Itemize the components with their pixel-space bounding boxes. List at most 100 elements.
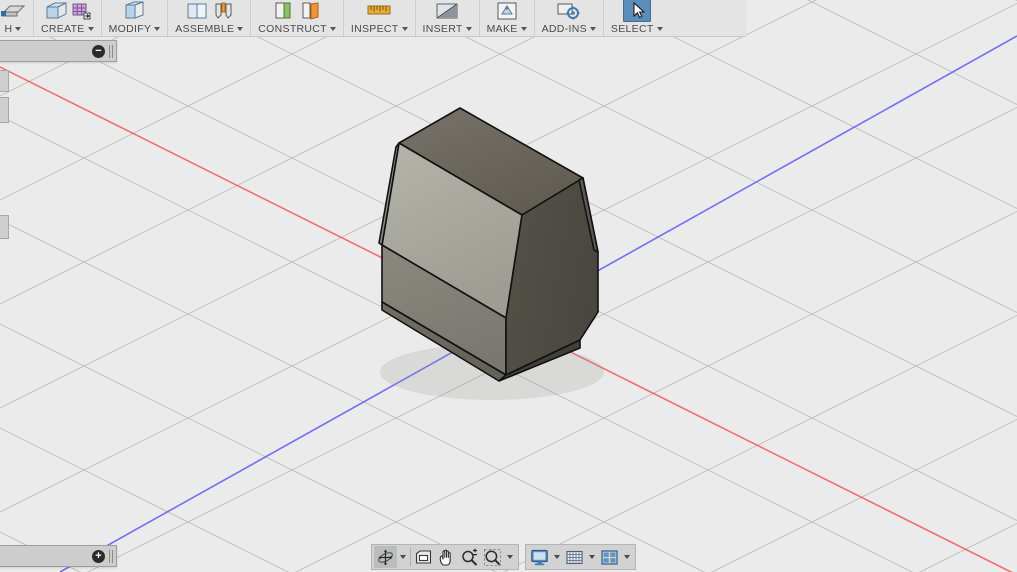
- display-settings-dropdown-caret[interactable]: [554, 555, 560, 559]
- edge-tab-lower[interactable]: [0, 215, 9, 239]
- browser-resize-grip[interactable]: [109, 44, 113, 58]
- ribbon-icons-inspect: [366, 0, 392, 22]
- chevron-down-icon[interactable]: [465, 27, 472, 31]
- ribbon-group-insert[interactable]: INSERT: [414, 0, 479, 36]
- ribbon-label-select[interactable]: SELECT: [611, 23, 663, 35]
- fit-dropdown-caret[interactable]: [507, 555, 513, 559]
- timeline-panel[interactable]: +: [0, 545, 117, 567]
- ribbon-icons-make: [494, 0, 520, 22]
- ribbon-label-assemble-text: ASSEMBLE: [175, 23, 235, 35]
- pan-hand-icon: [439, 549, 451, 566]
- chevron-down-icon[interactable]: [656, 27, 663, 31]
- select-cursor-icon[interactable]: [622, 0, 651, 22]
- joint-icon[interactable]: [214, 1, 234, 22]
- chevron-down-icon[interactable]: [401, 27, 408, 31]
- browser-collapse-button[interactable]: −: [92, 44, 105, 58]
- ribbon-icons-insert: [434, 0, 460, 22]
- chevron-down-icon[interactable]: [154, 27, 161, 31]
- orbit-dropdown-caret[interactable]: [400, 555, 406, 559]
- grid-and-snaps-button[interactable]: [563, 546, 586, 568]
- 3d-viewport[interactable]: [0, 0, 1017, 572]
- plane-angle-icon[interactable]: [302, 1, 322, 22]
- browser-panel[interactable]: −: [0, 40, 117, 62]
- viewports-dropdown-caret[interactable]: [624, 555, 630, 559]
- new-component-icon[interactable]: [185, 1, 211, 22]
- ribbon-label-inspect-text: INSPECT: [350, 23, 399, 35]
- ribbon-label-construct[interactable]: CONSTRUCT: [258, 23, 336, 35]
- ribbon-label-create[interactable]: CREATE: [41, 23, 94, 35]
- insert-mesh-icon[interactable]: [434, 1, 460, 22]
- ribbon-label-addins[interactable]: ADD-INS: [542, 23, 596, 35]
- display-settings-button[interactable]: [528, 546, 551, 568]
- grid-and-snaps-dropdown-caret[interactable]: [589, 555, 595, 559]
- fit-window-icon: [484, 548, 501, 566]
- fit-button[interactable]: [481, 546, 504, 568]
- monitor-icon: [531, 549, 548, 565]
- look-at-icon: [415, 549, 432, 564]
- ribbon-icons-addins: [556, 0, 582, 22]
- ribbon-group-select[interactable]: SELECT: [602, 0, 670, 36]
- ribbon-group-construct[interactable]: CONSTRUCT: [250, 0, 343, 36]
- press-pull-icon[interactable]: [121, 1, 147, 22]
- ribbon-label-insert-text: INSERT: [422, 23, 463, 35]
- ribbon-icons-assemble: [185, 0, 234, 22]
- orbit-button[interactable]: [374, 546, 397, 568]
- viewports-button[interactable]: [598, 546, 621, 568]
- ribbon-icons-select: [622, 0, 651, 22]
- ribbon-group-make[interactable]: MAKE: [478, 0, 534, 36]
- zoom-magnifier-icon: [462, 548, 478, 566]
- ribbon-label-sketch-text: H: [4, 23, 13, 35]
- zoom-button[interactable]: [458, 546, 481, 568]
- ribbon-group-assemble[interactable]: ASSEMBLE: [167, 0, 250, 36]
- ribbon-group-create[interactable]: CREATE: [33, 0, 101, 36]
- edge-tab-middle[interactable]: [0, 97, 9, 123]
- ribbon-label-make[interactable]: MAKE: [487, 23, 527, 35]
- ribbon-icons-sketch: [0, 0, 26, 22]
- viewports-icon: [601, 549, 618, 565]
- measure-icon[interactable]: [366, 1, 392, 22]
- offset-plane-icon[interactable]: [273, 1, 299, 22]
- chevron-down-icon[interactable]: [15, 27, 22, 31]
- chevron-down-icon[interactable]: [87, 27, 94, 31]
- ribbon-group-inspect[interactable]: INSPECT: [342, 0, 415, 36]
- chevron-down-icon[interactable]: [520, 27, 527, 31]
- ribbon-icons-create: [43, 0, 92, 22]
- timeline-resize-grip[interactable]: [109, 549, 113, 563]
- pattern-icon[interactable]: [72, 1, 92, 22]
- ribbon-label-make-text: MAKE: [486, 23, 518, 35]
- three-d-print-icon[interactable]: [494, 1, 520, 22]
- ribbon-icons-construct: [273, 0, 322, 22]
- timeline-expand-label: +: [95, 549, 102, 562]
- nav-cluster-display-tools[interactable]: [525, 544, 636, 570]
- create-sketch-icon[interactable]: [0, 1, 26, 22]
- ribbon-label-insert[interactable]: INSERT: [423, 23, 472, 35]
- browser-collapse-label: −: [95, 44, 102, 57]
- ribbon-toolbar[interactable]: H CREATE MODIFY ASSEMBLE CONSTRUCT INSPE…: [0, 0, 746, 37]
- ribbon-label-inspect[interactable]: INSPECT: [351, 23, 408, 35]
- navigation-bar[interactable]: [371, 543, 636, 571]
- timeline-expand-button[interactable]: +: [92, 549, 105, 563]
- look-at-button[interactable]: [412, 546, 435, 568]
- nav-cluster-navigation-tools[interactable]: [371, 544, 519, 570]
- ribbon-icons-modify: [121, 0, 147, 22]
- nav-separator: [410, 548, 411, 566]
- ribbon-label-create-text: CREATE: [41, 23, 85, 35]
- orbit-icon: [378, 549, 393, 565]
- ribbon-label-assemble[interactable]: ASSEMBLE: [175, 23, 244, 35]
- ribbon-group-sketch[interactable]: H: [0, 0, 33, 36]
- scripts-addins-icon[interactable]: [556, 1, 582, 22]
- ribbon-label-construct-text: CONSTRUCT: [258, 23, 327, 35]
- ribbon-label-modify-text: MODIFY: [108, 23, 152, 35]
- chevron-down-icon[interactable]: [237, 27, 244, 31]
- ribbon-label-addins-text: ADD-INS: [541, 23, 587, 35]
- chevron-down-icon[interactable]: [329, 27, 336, 31]
- edge-tab-upper[interactable]: [0, 70, 9, 92]
- ribbon-group-modify[interactable]: MODIFY: [100, 0, 168, 36]
- ribbon-label-select-text: SELECT: [610, 23, 654, 35]
- extrude-icon[interactable]: [43, 1, 69, 22]
- chevron-down-icon[interactable]: [589, 27, 596, 31]
- ribbon-label-sketch[interactable]: H: [5, 23, 22, 35]
- ribbon-group-addins[interactable]: ADD-INS: [533, 0, 603, 36]
- ribbon-label-modify[interactable]: MODIFY: [109, 23, 161, 35]
- pan-button[interactable]: [435, 546, 458, 568]
